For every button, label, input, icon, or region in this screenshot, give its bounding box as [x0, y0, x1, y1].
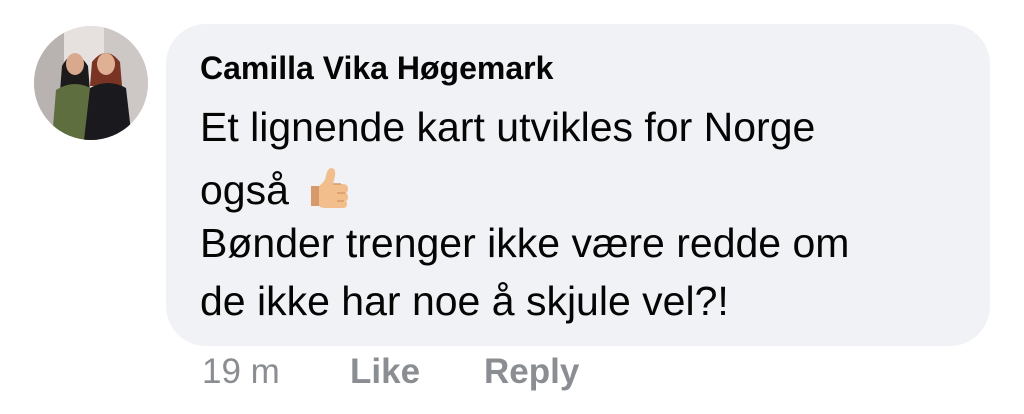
- comment-author[interactable]: Camilla Vika Høgemark: [200, 50, 553, 87]
- comment-text-line: Et lignende kart utvikles for Norge: [200, 104, 816, 150]
- comment-text-line: de ikke har noe å skjule vel?!: [200, 278, 729, 324]
- comment-timestamp[interactable]: 19 m: [202, 352, 280, 392]
- like-button[interactable]: Like: [350, 352, 420, 392]
- avatar[interactable]: [34, 26, 148, 140]
- thumbs-up-icon: [301, 162, 351, 212]
- comment-text-line: også: [200, 162, 351, 214]
- profile-photo: [34, 26, 148, 140]
- reply-button[interactable]: Reply: [484, 352, 579, 392]
- comment-text-fragment: også: [200, 167, 289, 213]
- comment-text-line: Bønder trenger ikke være redde om: [200, 220, 850, 266]
